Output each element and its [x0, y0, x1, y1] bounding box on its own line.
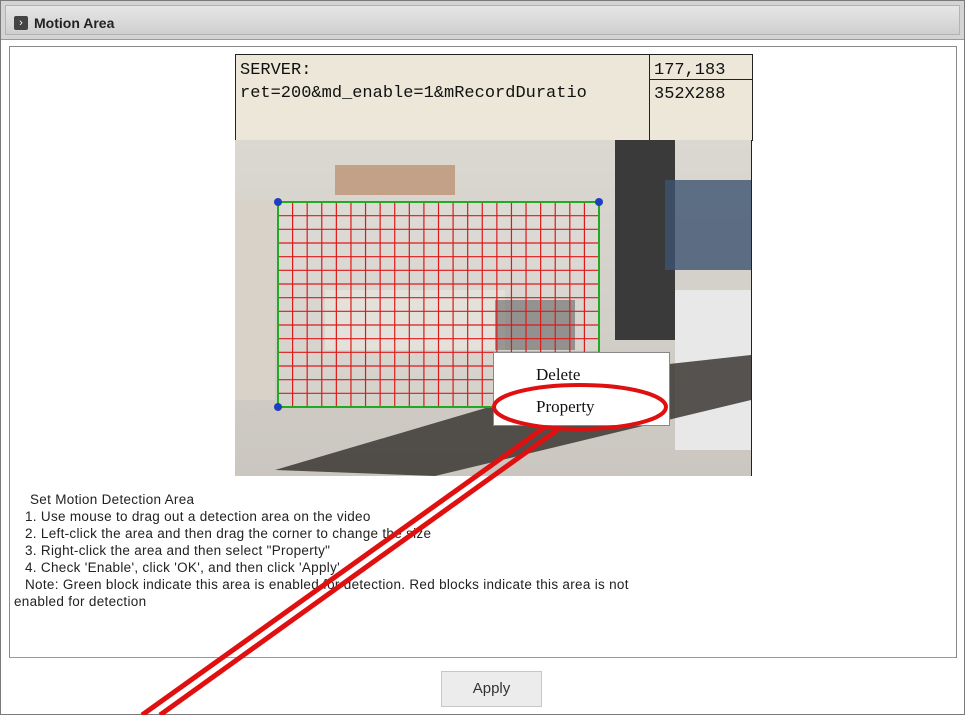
instructions-title: Set Motion Detection Area: [30, 492, 195, 507]
resize-handle[interactable]: [595, 198, 603, 206]
server-info-box: SERVER: ret=200&md_enable=1&mRecordDurat…: [235, 54, 753, 141]
panel-title: Motion Area: [34, 15, 115, 31]
scene-left-wall: [235, 200, 275, 400]
server-response: ret=200&md_enable=1&mRecordDuratio: [240, 84, 587, 103]
resize-handle[interactable]: [274, 403, 282, 411]
instruction-note-cont: enabled for detection: [14, 594, 147, 609]
scene-object: [335, 165, 455, 195]
context-menu-delete[interactable]: Delete: [536, 365, 580, 385]
instruction-step-4: 4. Check 'Enable', click 'OK', and then …: [25, 560, 341, 575]
cursor-coordinates: 177,183: [654, 61, 726, 80]
resize-handle[interactable]: [274, 198, 282, 206]
instruction-note: Note: Green block indicate this area is …: [25, 577, 629, 592]
panel-header: › Motion Area: [1, 1, 964, 40]
instructions: Set Motion Detection Area 1. Use mouse t…: [14, 491, 629, 610]
panel-header-bar: › Motion Area: [5, 5, 960, 35]
context-menu-property[interactable]: Property: [536, 397, 595, 417]
chevron-right-icon: ›: [14, 16, 28, 30]
video-resolution: 352X288: [654, 85, 726, 104]
instruction-step-1: 1. Use mouse to drag out a detection are…: [25, 509, 371, 524]
context-menu: Delete Property: [493, 352, 670, 426]
instruction-step-2: 2. Left-click the area and then drag the…: [25, 526, 432, 541]
scene-window: [665, 180, 751, 270]
server-label: SERVER:: [240, 61, 312, 80]
footer-divider: [9, 657, 955, 658]
instruction-step-3: 3. Right-click the area and then select …: [25, 543, 331, 558]
server-info-left: SERVER: ret=200&md_enable=1&mRecordDurat…: [236, 55, 650, 140]
apply-button[interactable]: Apply: [441, 671, 542, 707]
